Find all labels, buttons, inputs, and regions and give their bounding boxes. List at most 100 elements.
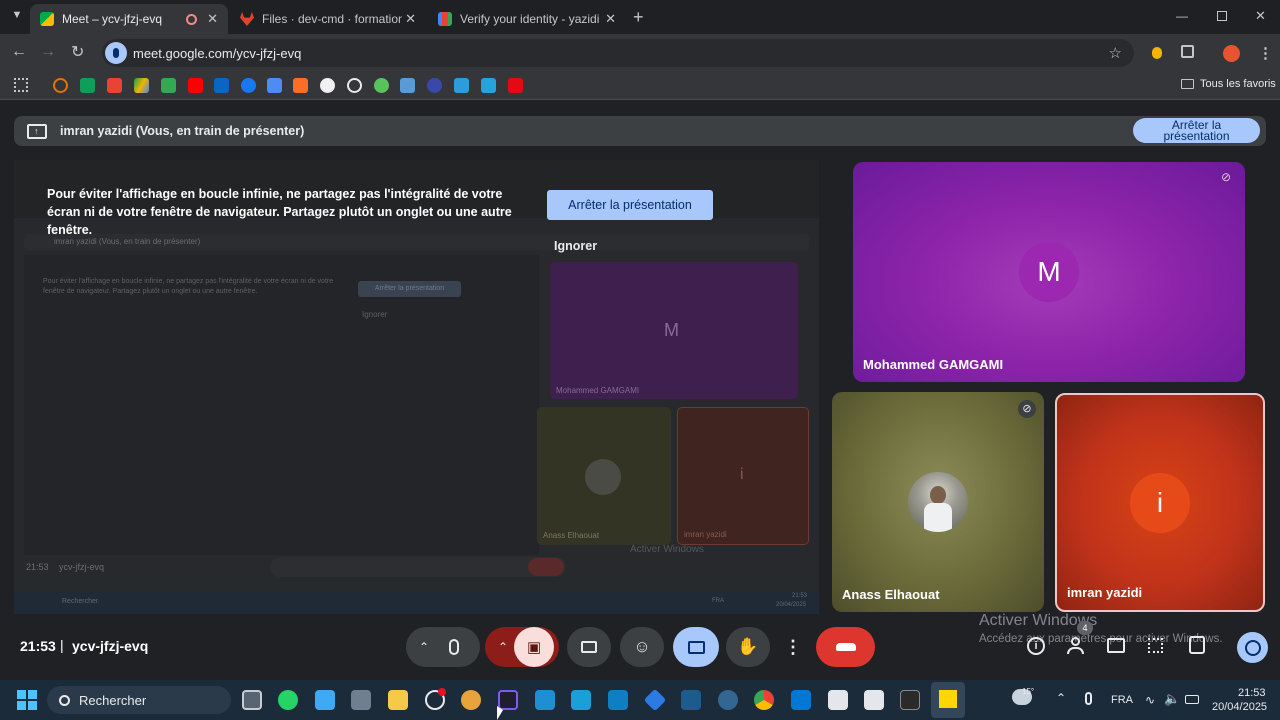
participant-tile-imran[interactable]: i imran yazidi	[1055, 393, 1265, 612]
youtube-bookmark-icon[interactable]	[188, 78, 203, 93]
all-bookmarks-folder[interactable]: Tous les favoris	[1181, 78, 1276, 90]
wifi-icon[interactable]: ∿	[1145, 693, 1155, 707]
timer-activity-button[interactable]	[1237, 632, 1268, 663]
camera-off-icon[interactable]: ▣	[514, 627, 555, 667]
sticky-notes-active[interactable]	[931, 682, 965, 718]
audio-settings-button[interactable]: ⌃	[406, 627, 480, 667]
notification-dot	[438, 688, 446, 696]
app-icon[interactable]	[643, 688, 667, 712]
bookmark-icon[interactable]	[400, 78, 415, 93]
host-controls-icon[interactable]	[1189, 636, 1205, 654]
address-bar[interactable]: meet.google.com/ycv-jfzj-evq ☆	[102, 39, 1134, 67]
input-language[interactable]: FRA	[1111, 694, 1133, 706]
mirror-ignore-label: Ignorer	[362, 310, 388, 319]
tray-mic-icon[interactable]	[1085, 692, 1092, 705]
bookmark-icon[interactable]	[161, 78, 176, 93]
linkedin-bookmark-icon[interactable]	[214, 78, 229, 93]
bookmark-icon[interactable]	[80, 78, 95, 93]
activities-grid-icon[interactable]	[1148, 638, 1163, 653]
extensions-puzzle-icon[interactable]	[1181, 45, 1194, 58]
more-options-button[interactable]: ⋮	[778, 627, 808, 667]
back-icon[interactable]: ←	[11, 43, 27, 61]
app-icon[interactable]	[571, 690, 591, 710]
taskbar-search[interactable]: Rechercher	[47, 686, 231, 714]
clock-date[interactable]: 20/04/2025	[1212, 701, 1267, 713]
tab-meet[interactable]: Meet – ycv-jfzj-evq ✕	[30, 4, 228, 34]
windows-start-icon[interactable]	[17, 690, 37, 710]
participant-tile-mohammed[interactable]: M ⊘ Mohammed GAMGAMI	[853, 162, 1245, 382]
close-window-icon[interactable]: ✕	[1255, 8, 1266, 24]
app-icon[interactable]	[864, 690, 884, 710]
bookmark-icon[interactable]	[454, 78, 469, 93]
bookmark-icon[interactable]	[481, 78, 496, 93]
tab-files[interactable]: Files · dev-cmd · formations / m ✕	[230, 4, 426, 34]
video-settings-button[interactable]: ⌃ ▣	[485, 627, 559, 667]
clock-time[interactable]: 21:53	[1238, 687, 1266, 699]
tray-chevron-icon[interactable]: ⌃	[1056, 691, 1066, 705]
minimize-icon[interactable]: —	[1176, 9, 1192, 23]
gitlab-bookmark-icon[interactable]	[293, 78, 308, 93]
participant-avatar: M	[1019, 242, 1079, 302]
search-icon	[59, 694, 70, 706]
windows-taskbar: Rechercher 15° ⌃ FRA ∿ 🔈 21:53 20/04/202…	[0, 680, 1280, 720]
openai-bookmark-icon[interactable]	[347, 78, 362, 93]
reload-icon[interactable]: ↻	[71, 42, 84, 62]
maximize-icon[interactable]	[1217, 11, 1227, 21]
captions-button[interactable]	[567, 627, 611, 667]
kebab-menu-icon[interactable]: ⋮	[1258, 44, 1273, 62]
app-icon[interactable]	[681, 690, 701, 710]
tab-search-chevron-icon[interactable]: ▼	[9, 9, 25, 25]
app-icon[interactable]	[608, 690, 628, 710]
reactions-button[interactable]: ☺	[620, 627, 664, 667]
app-icon[interactable]	[461, 690, 481, 710]
snipping-tool-icon[interactable]	[828, 690, 848, 710]
people-icon[interactable]	[1066, 637, 1088, 655]
file-explorer-icon[interactable]	[388, 690, 408, 710]
stop-presenting-button[interactable]: Arrêter la présentation	[1133, 118, 1260, 143]
apps-grid-icon[interactable]	[14, 78, 28, 92]
profile-avatar[interactable]	[1223, 45, 1240, 62]
battery-icon[interactable]	[1185, 695, 1199, 704]
extension-icon[interactable]	[1152, 47, 1162, 59]
terminal-icon[interactable]	[900, 690, 920, 710]
bookmark-icon[interactable]	[508, 78, 523, 93]
bookmark-icon[interactable]	[374, 78, 389, 93]
chat-icon[interactable]	[1107, 638, 1125, 653]
present-button[interactable]	[673, 627, 719, 667]
close-tab-icon[interactable]: ✕	[207, 11, 218, 27]
drive-bookmark-icon[interactable]	[134, 78, 149, 93]
warning-stop-presenting-button[interactable]: Arrêter la présentation	[547, 190, 713, 220]
gmail-bookmark-icon[interactable]	[107, 78, 122, 93]
postgresql-icon[interactable]	[718, 690, 738, 710]
forward-icon[interactable]: →	[40, 43, 56, 61]
close-tab-icon[interactable]: ✕	[405, 11, 416, 27]
bookmarks-bar: Tous les favoris	[0, 72, 1280, 100]
taskbar-search-label: Rechercher	[79, 692, 147, 708]
bookmark-icon[interactable]	[427, 78, 442, 93]
close-tab-icon[interactable]: ✕	[605, 11, 616, 27]
task-view-icon[interactable]	[242, 690, 262, 710]
participant-tile-anass[interactable]: ⊘ Anass Elhaouat	[832, 392, 1044, 612]
volume-icon[interactable]: 🔈	[1164, 691, 1180, 707]
facebook-bookmark-icon[interactable]	[241, 78, 256, 93]
present-screen-icon: ↑	[27, 123, 47, 139]
warning-ignore-button[interactable]: Ignorer	[554, 239, 597, 253]
notepad-icon[interactable]	[315, 690, 335, 710]
star-icon[interactable]: ☆	[1109, 44, 1122, 62]
raise-hand-button[interactable]: ✋	[726, 627, 770, 667]
microphone-icon[interactable]	[449, 639, 460, 655]
bookmark-icon[interactable]	[53, 78, 68, 93]
chrome-icon[interactable]	[754, 690, 774, 710]
captions-icon	[581, 641, 597, 653]
github-bookmark-icon[interactable]	[320, 78, 335, 93]
vscode-icon[interactable]	[791, 690, 811, 710]
leave-call-button[interactable]	[816, 627, 875, 667]
meeting-info-icon[interactable]: i	[1027, 637, 1045, 655]
new-tab-icon[interactable]: +	[633, 7, 644, 28]
calculator-icon[interactable]	[351, 690, 371, 710]
app-icon[interactable]	[535, 690, 555, 710]
microphone-site-icon[interactable]	[105, 42, 127, 64]
whatsapp-icon[interactable]	[278, 690, 298, 710]
tab-verify[interactable]: Verify your identity - yazidi.imr ✕	[428, 4, 626, 34]
bookmark-icon[interactable]	[267, 78, 282, 93]
